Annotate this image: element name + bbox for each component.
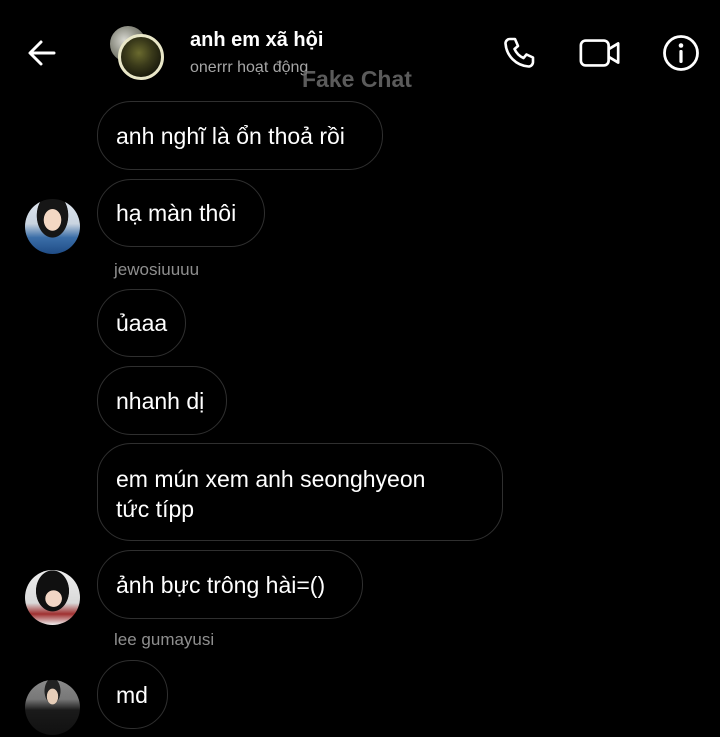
message-bubble[interactable]: nhanh dị xyxy=(97,366,227,435)
info-button[interactable] xyxy=(659,31,703,75)
back-arrow-icon xyxy=(28,40,56,66)
call-button[interactable] xyxy=(497,31,541,75)
chat-title[interactable]: anh em xã hội xyxy=(190,29,323,52)
avatar[interactable] xyxy=(25,199,80,254)
sender-name: jewosiuuuu xyxy=(114,260,200,279)
group-avatar[interactable] xyxy=(106,22,168,82)
phone-icon xyxy=(504,37,535,68)
watermark: Fake Chat xyxy=(302,66,412,92)
avatar[interactable] xyxy=(25,680,80,735)
message-bubble[interactable]: anh nghĩ là ổn thoả rồi xyxy=(97,101,383,170)
avatar[interactable] xyxy=(25,570,80,625)
sender-name: lee gumayusi xyxy=(114,630,215,649)
message-bubble[interactable]: em mún xem anh seonghyeon tức típp xyxy=(97,443,503,541)
chat-screen: anh em xã hội onerrr hoạt động Fake Chat… xyxy=(0,0,720,737)
back-button[interactable] xyxy=(22,33,62,73)
group-avatar-front xyxy=(118,34,164,80)
video-call-button[interactable] xyxy=(578,31,622,75)
info-icon xyxy=(663,35,699,71)
message-bubble[interactable]: hạ màn thôi xyxy=(97,179,265,247)
message-bubble[interactable]: md xyxy=(97,660,168,729)
message-bubble[interactable]: ảnh bực trông hài=() xyxy=(97,550,363,619)
chat-status: onerrr hoạt động xyxy=(190,59,309,76)
chat-header: anh em xã hội onerrr hoạt động Fake Chat xyxy=(0,0,720,100)
message-bubble[interactable]: ủaaa xyxy=(97,289,186,357)
video-camera-icon xyxy=(579,39,620,67)
